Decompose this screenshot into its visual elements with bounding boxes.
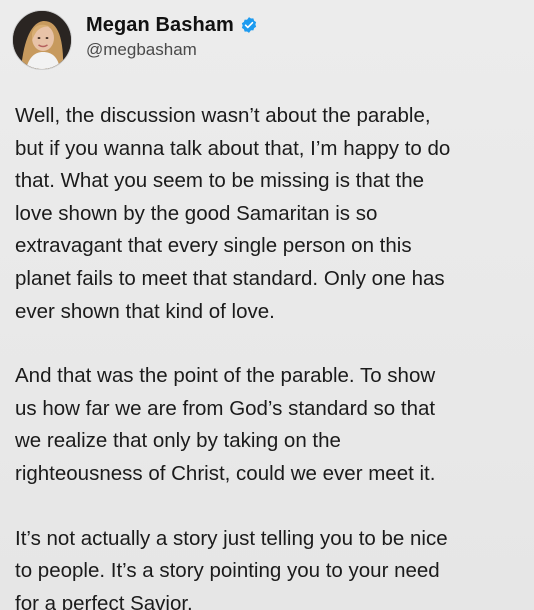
author-display-name[interactable]: Megan Basham (86, 13, 234, 37)
tweet-paragraph-3: It’s not actually a story just telling y… (15, 526, 448, 610)
tweet-paragraph-1: Well, the discussion wasn’t about the pa… (15, 104, 451, 323)
author-handle[interactable]: @megbasham (86, 39, 258, 61)
name-row: Megan Basham (86, 13, 258, 37)
profile-photo-icon (13, 11, 71, 69)
tweet-card: Megan Basham @megbasham Well, the discus… (0, 0, 534, 610)
verified-badge-icon (240, 16, 258, 34)
author-identity: Megan Basham @megbasham (86, 13, 258, 61)
tweet-header: Megan Basham @megbasham (12, 8, 258, 72)
tweet-paragraph-2: And that was the point of the parable. T… (15, 364, 436, 485)
tweet-text: Well, the discussion wasn’t about the pa… (15, 100, 525, 610)
avatar[interactable] (12, 10, 72, 70)
